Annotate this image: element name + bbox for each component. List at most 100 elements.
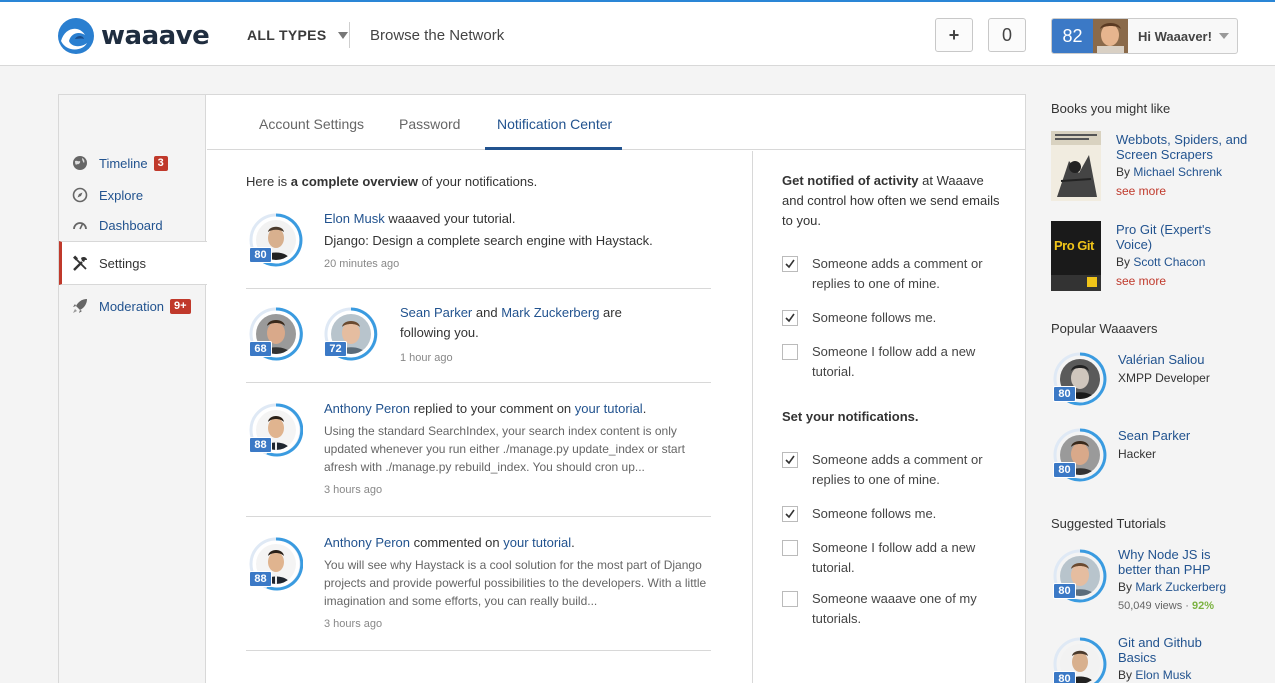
checkmark-icon	[785, 455, 795, 465]
checkbox[interactable]	[782, 540, 798, 556]
avatar[interactable]: 72	[324, 307, 378, 361]
popular-waaaver[interactable]: 80 Valérian Saliou XMPP Developer	[1051, 350, 1266, 410]
add-button[interactable]: +	[935, 18, 973, 52]
settings-panel: Timeline 3 Explore Dashboard Settings Mo…	[58, 94, 1026, 683]
user-avatar	[1093, 19, 1128, 53]
level-badge: 88	[249, 437, 272, 453]
actor-link[interactable]: Mark Zuckerberg	[501, 305, 599, 320]
moderation-count-badge: 9+	[170, 298, 191, 314]
feed-intro: Here is a complete overview of your noti…	[246, 174, 537, 189]
tutorial-link[interactable]: Django: Design a complete search engine …	[324, 231, 704, 251]
suggested-tutorial[interactable]: 80 Git and Github Basics By Elon Musk	[1051, 633, 1266, 683]
rating-percent: 92%	[1192, 600, 1215, 612]
tutorial-link[interactable]: your tutorial	[503, 535, 571, 550]
avatar[interactable]: 88	[249, 403, 303, 457]
type-filter-dropdown[interactable]: ALL TYPES	[247, 27, 349, 43]
waaaver-name[interactable]: Valérian Saliou	[1118, 352, 1204, 367]
popular-heading: Popular Waaavers	[1051, 321, 1158, 336]
avatar[interactable]: 80	[1053, 352, 1107, 406]
plus-icon: +	[948, 24, 960, 45]
avatar[interactable]: 80	[1053, 549, 1107, 603]
see-more-link[interactable]: see more	[1116, 184, 1166, 198]
author-link[interactable]: Mark Zuckerberg	[1135, 580, 1226, 594]
waaaver-name[interactable]: Sean Parker	[1118, 428, 1190, 443]
book-card[interactable]: Pro Git Pro Git (Expert's Voice) By Scot…	[1051, 221, 1266, 301]
avatar[interactable]: 80	[249, 213, 303, 267]
waaaver-title: Hacker	[1118, 447, 1157, 461]
popular-waaaver[interactable]: 80 Sean Parker Hacker	[1051, 426, 1266, 486]
sidebar-item-timeline[interactable]: Timeline 3	[59, 148, 206, 178]
checkmark-icon	[785, 259, 795, 269]
wave-logo-icon	[58, 18, 94, 54]
tutorial-title[interactable]: Git and Github Basics	[1118, 635, 1228, 665]
see-more-link[interactable]: see more	[1116, 274, 1166, 288]
book-cover-title: Pro Git	[1054, 238, 1094, 253]
author-link[interactable]: Elon Musk	[1135, 668, 1191, 682]
gauge-icon	[71, 216, 89, 234]
checkbox[interactable]	[782, 452, 798, 468]
author-link[interactable]: Scott Chacon	[1133, 255, 1205, 269]
pref-tutorial-notify[interactable]: Someone I follow add a new tutorial.	[782, 538, 1012, 578]
action-text: commented on	[410, 535, 504, 550]
tutorial-link[interactable]: your tutorial	[575, 401, 643, 416]
author-link[interactable]: Michael Schrenk	[1133, 165, 1222, 179]
logo[interactable]: waaave	[57, 17, 210, 55]
pref-waaave-notify[interactable]: Someone waaave one of my tutorials.	[782, 589, 1012, 629]
suggested-tutorial[interactable]: 80 Why Node JS is better than PHP By Mar…	[1051, 545, 1266, 620]
book-card[interactable]: Webbots, Spiders, and Screen Scrapers By…	[1051, 131, 1266, 211]
tutorial-author: By Mark Zuckerberg	[1118, 580, 1226, 594]
pref-comment-email[interactable]: Someone adds a comment or replies to one…	[782, 254, 1012, 294]
book-title[interactable]: Webbots, Spiders, and Screen Scrapers	[1116, 132, 1251, 162]
sidebar-item-explore[interactable]: Explore	[59, 180, 206, 210]
tutorial-title[interactable]: Why Node JS is better than PHP	[1118, 547, 1228, 577]
level-badge: 68	[249, 341, 272, 357]
brand-name: waaave	[101, 21, 210, 51]
level-badge: 80	[1053, 462, 1076, 478]
period-text: .	[642, 401, 647, 416]
level-badge: 88	[249, 571, 272, 587]
actor-link[interactable]: Anthony Peron	[324, 535, 410, 550]
pref-follow-email[interactable]: Someone follows me.	[782, 308, 1012, 328]
notification-count-button[interactable]: 0	[988, 18, 1026, 52]
user-menu[interactable]: 82 Hi Waaaver!	[1051, 18, 1238, 54]
actor-link[interactable]: Anthony Peron	[324, 401, 410, 416]
checkbox[interactable]	[782, 344, 798, 360]
pref-tutorial-email[interactable]: Someone I follow add a new tutorial.	[782, 342, 1012, 382]
heading-bold-text: Get notified of activity	[782, 173, 919, 188]
timestamp: 3 hours ago	[324, 618, 383, 630]
type-filter-label: ALL TYPES	[247, 27, 327, 43]
avatar[interactable]: 88	[249, 537, 303, 591]
sidebar-item-dashboard[interactable]: Dashboard	[59, 210, 206, 240]
book-title[interactable]: Pro Git (Expert's Voice)	[1116, 222, 1236, 252]
checkbox[interactable]	[782, 506, 798, 522]
active-tab-indicator	[485, 147, 622, 150]
sidebar-item-moderation[interactable]: Moderation 9+	[59, 291, 206, 321]
avatar[interactable]: 80	[1053, 637, 1107, 683]
actor-link[interactable]: Elon Musk	[324, 211, 385, 226]
waaaver-title: XMPP Developer	[1118, 371, 1210, 385]
checkbox[interactable]	[782, 591, 798, 607]
sidebar-item-label: Explore	[99, 187, 144, 203]
actor-link[interactable]: Sean Parker	[400, 305, 472, 320]
divider	[246, 516, 711, 517]
avatar[interactable]: 80	[1053, 428, 1107, 482]
tab-password[interactable]: Password	[399, 116, 460, 132]
pref-follow-notify[interactable]: Someone follows me.	[782, 504, 1012, 524]
caret-down-icon	[338, 31, 349, 39]
tab-account-settings[interactable]: Account Settings	[259, 116, 364, 132]
pref-comment-notify[interactable]: Someone adds a comment or replies to one…	[782, 450, 1012, 490]
avatar[interactable]: 68	[249, 307, 303, 361]
checkbox[interactable]	[782, 310, 798, 326]
user-greeting: Hi Waaaver!	[1138, 28, 1212, 44]
user-score-badge: 82	[1052, 19, 1093, 53]
book-cover	[1051, 221, 1101, 291]
sidebar-item-settings[interactable]: Settings	[59, 241, 207, 285]
checkbox[interactable]	[782, 256, 798, 272]
by-text: By	[1116, 255, 1134, 269]
tools-icon	[71, 254, 89, 272]
notification-preferences: Get notified of activity at Waaave and c…	[752, 151, 1026, 683]
browse-network-link[interactable]: Browse the Network	[370, 27, 504, 44]
level-badge: 80	[249, 247, 272, 263]
sidebar: Timeline 3 Explore Dashboard Settings Mo…	[59, 95, 207, 683]
tab-notification-center[interactable]: Notification Center	[497, 116, 612, 132]
